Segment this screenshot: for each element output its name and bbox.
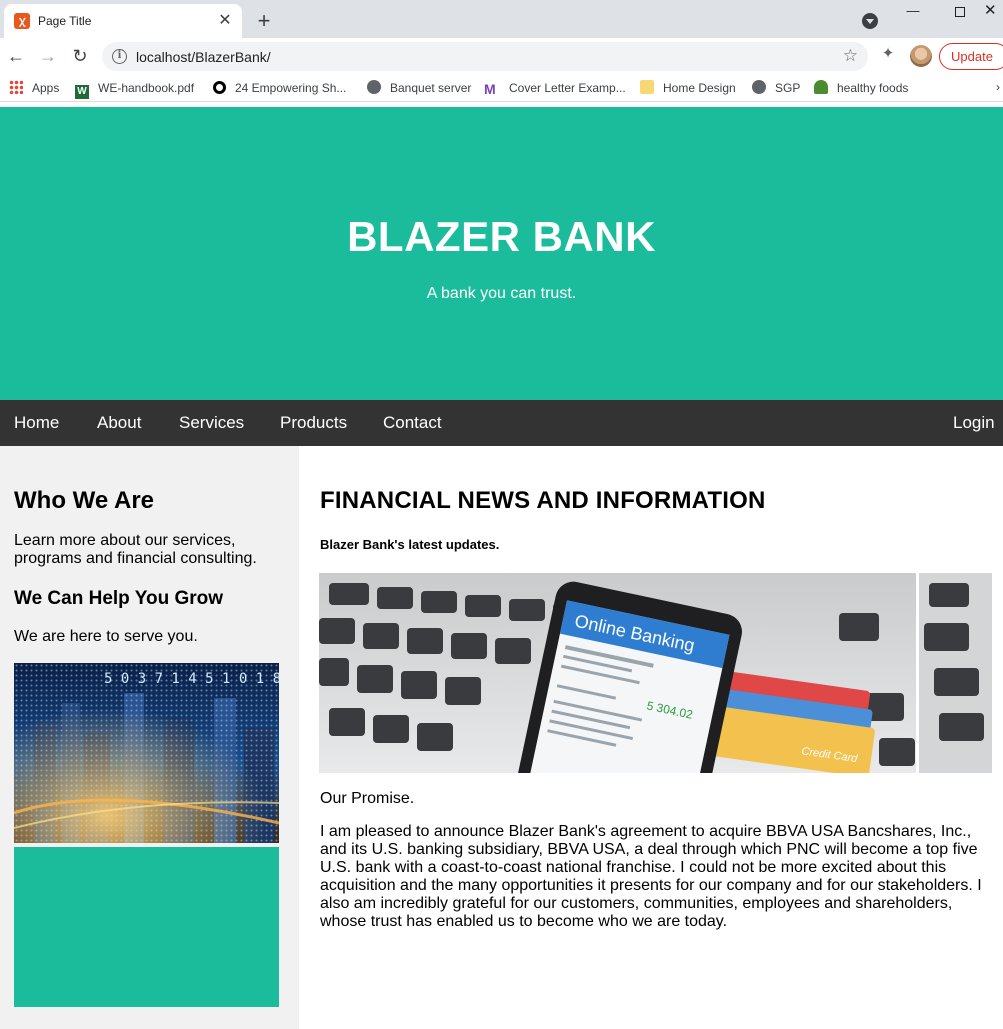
ring-logo-icon	[213, 81, 226, 94]
site-title: BLAZER BANK	[347, 213, 656, 260]
bookmark-sgp[interactable]: SGP	[752, 80, 800, 96]
article-body: I am pleased to announce Blazer Bank's a…	[320, 823, 982, 930]
bookmark-label: Banquet server	[390, 81, 472, 95]
browser-toolbar: ← → ↻ i localhost/BlazerBank/ ☆	[0, 38, 1003, 74]
maximize-window-icon[interactable]	[937, 0, 983, 22]
word-doc-icon: W	[75, 85, 89, 99]
site-info-icon[interactable]: i	[112, 49, 127, 64]
globe-icon	[752, 80, 766, 94]
ticker-numbers: 5 0 3 7 1 4 5 1 0 1 8	[104, 671, 279, 687]
bookmark-apps[interactable]: Apps	[9, 80, 59, 96]
sidebar-tagline: We are here to serve you.	[14, 628, 198, 645]
bookmark-we-handbook[interactable]: W WE-handbook.pdf	[75, 80, 195, 99]
sidebar-heading: Who We Are	[14, 487, 155, 514]
leaf-icon	[814, 80, 828, 94]
xampp-favicon-icon: ꭓ	[14, 13, 30, 29]
bookmarks-bar: Apps W WE-handbook.pdf 24 Empowering Sh..…	[0, 74, 1003, 102]
bookmark-label: WE-handbook.pdf	[98, 81, 195, 95]
tab-search-icon[interactable]	[862, 13, 878, 29]
back-arrow-icon[interactable]: ←	[4, 44, 28, 68]
main-heading: FINANCIAL NEWS AND INFORMATION	[320, 487, 766, 514]
bookmark-banquet-server[interactable]: Banquet server	[367, 80, 471, 96]
main-navbar: Home About Services Products Contact Log…	[0, 400, 1003, 446]
sidebar-intro: Learn more about our services, programs …	[14, 532, 257, 567]
browser-tab-strip: ꭓ Page Title ✕ + — ✕	[0, 0, 1003, 38]
close-tab-icon[interactable]: ✕	[214, 10, 236, 32]
bookmark-label: Apps	[32, 81, 60, 95]
nav-login[interactable]: Login	[953, 400, 995, 446]
online-banking-banner-image: Credit Card Online Banking 5 304.02	[319, 573, 992, 773]
more-bookmarks-icon[interactable]: ›	[996, 80, 1000, 94]
bookmark-healthy-foods[interactable]: healthy foods	[814, 80, 908, 96]
site-tagline: A bank you can trust.	[426, 285, 577, 302]
globe-icon	[367, 80, 381, 94]
close-window-icon[interactable]: ✕	[984, 0, 1003, 22]
bookmark-empowering[interactable]: 24 Empowering Sh...	[213, 80, 346, 96]
hero-header: BLAZER BANK A bank you can trust.	[0, 107, 1003, 400]
nav-products[interactable]: Products	[280, 400, 347, 446]
update-button[interactable]: Update	[939, 43, 1003, 70]
profile-avatar[interactable]	[910, 45, 932, 67]
main-subheading: Blazer Bank's latest updates.	[320, 537, 500, 552]
minimize-window-icon[interactable]: —	[890, 0, 936, 22]
promise-title: Our Promise.	[320, 790, 415, 807]
nav-services[interactable]: Services	[179, 400, 244, 446]
folder-icon	[640, 80, 654, 94]
main-content: FINANCIAL NEWS AND INFORMATION Blazer Ba…	[299, 446, 1003, 1029]
bookmark-home-design[interactable]: Home Design	[640, 80, 736, 96]
apps-grid-icon	[9, 80, 23, 94]
m-logo-icon: M	[484, 81, 496, 97]
bookmark-label: Cover Letter Examp...	[509, 81, 626, 95]
tab-title: Page Title	[38, 14, 92, 28]
bookmark-label: SGP	[775, 81, 801, 95]
address-bar[interactable]: i localhost/BlazerBank/ ☆	[102, 42, 868, 71]
sidebar-subheading: We Can Help You Grow	[14, 588, 224, 609]
sidebar-accent-box	[14, 847, 279, 1007]
nav-home[interactable]: Home	[14, 400, 59, 446]
bookmark-cover-letter[interactable]: M Cover Letter Examp...	[484, 80, 626, 97]
forward-arrow-icon[interactable]: →	[36, 44, 60, 68]
browser-tab[interactable]: ꭓ Page Title ✕	[4, 4, 242, 38]
bookmark-star-icon[interactable]: ☆	[843, 46, 858, 66]
new-tab-icon[interactable]: +	[250, 8, 278, 34]
bookmark-label: healthy foods	[837, 81, 909, 95]
nav-about[interactable]: About	[97, 400, 141, 446]
url-text[interactable]: localhost/BlazerBank/	[136, 49, 271, 65]
bookmark-label: 24 Empowering Sh...	[235, 81, 347, 95]
financial-data-image: 5 0 3 7 1 4 5 1 0 1 8	[14, 663, 279, 843]
reload-icon[interactable]: ↻	[68, 44, 92, 68]
extensions-puzzle-icon[interactable]: ✦	[878, 44, 898, 64]
sidebar: Who We Are Learn more about our services…	[0, 446, 299, 1029]
nav-contact[interactable]: Contact	[383, 400, 442, 446]
bookmark-label: Home Design	[663, 81, 736, 95]
